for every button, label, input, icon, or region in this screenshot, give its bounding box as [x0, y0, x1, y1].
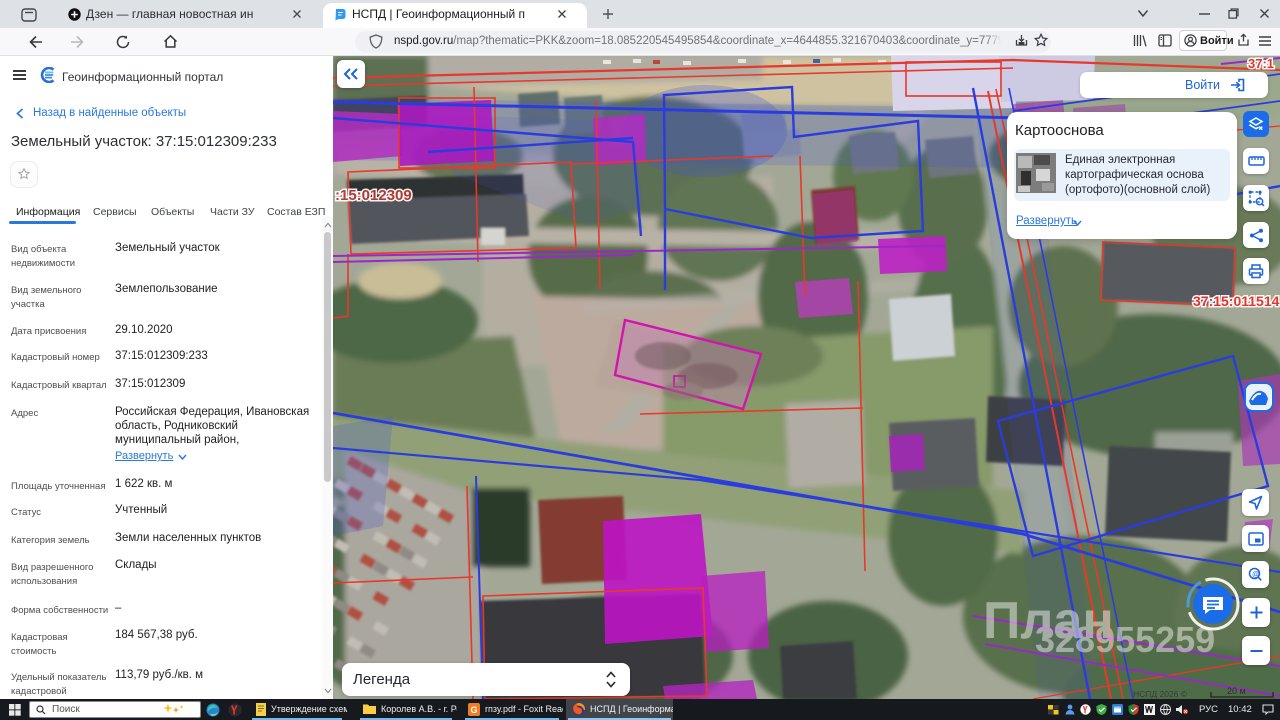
- svg-text:37:1: 37:1: [1248, 56, 1274, 71]
- svg-text:328955259: 328955259: [1035, 619, 1215, 660]
- svg-text:37:15:011514: 37:15:011514: [1193, 293, 1280, 309]
- svg-text::15:012309: :15:012309: [335, 187, 412, 204]
- svg-text:20 м: 20 м: [1227, 686, 1246, 696]
- svg-text:G: G: [471, 705, 478, 715]
- svg-text:НСПД 2026 ©: НСПД 2026 ©: [1133, 689, 1188, 699]
